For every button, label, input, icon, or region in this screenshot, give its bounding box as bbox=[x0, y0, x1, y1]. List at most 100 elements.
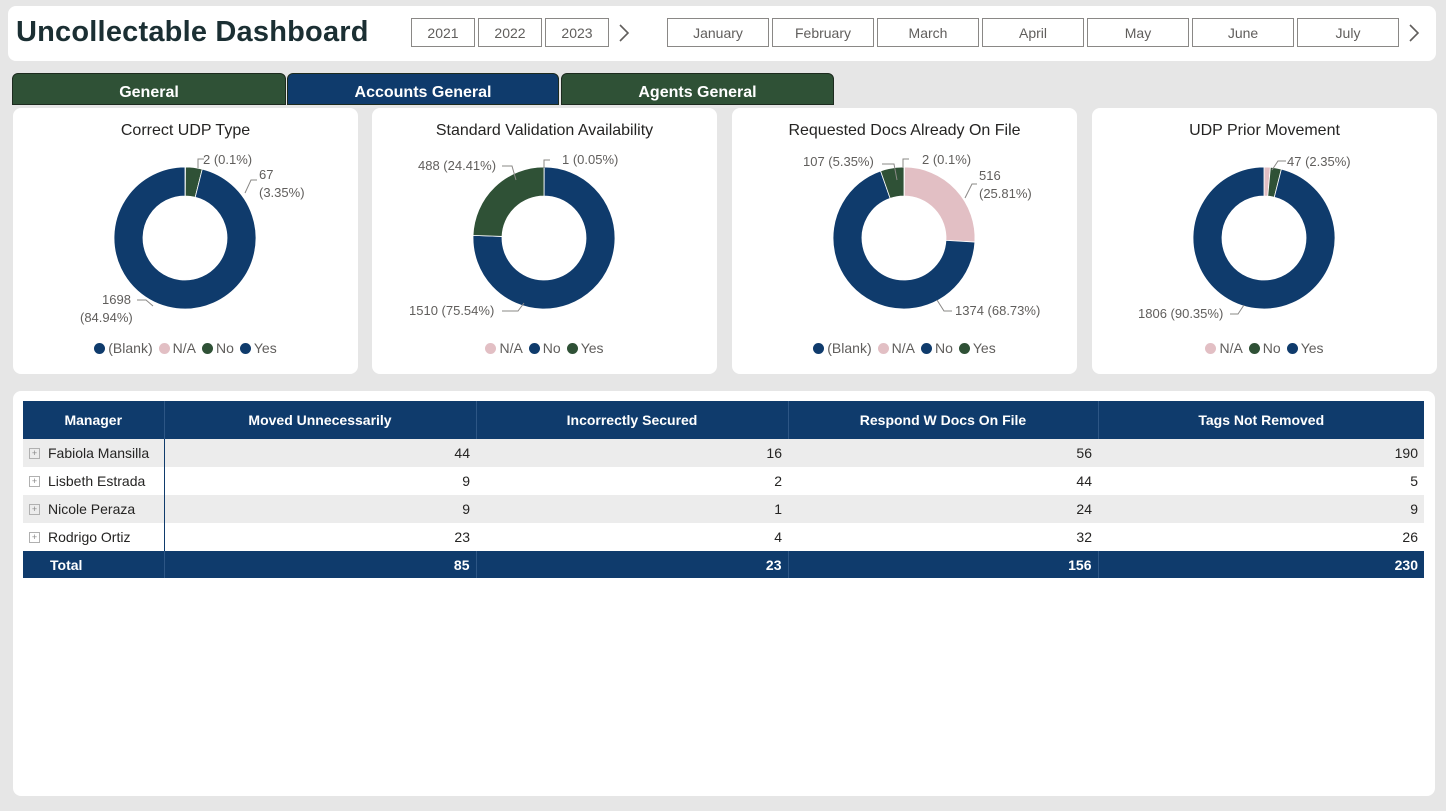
table-cell: 190 bbox=[1098, 439, 1424, 467]
chart-legend: (Blank) N/A No Yes bbox=[732, 340, 1077, 356]
table-cell: 4 bbox=[774, 529, 782, 545]
table-row: + Lisbeth Estrada 9 2 44 5 bbox=[23, 467, 1424, 495]
manager-matrix-table: Manager Moved Unnecessarily Incorrectly … bbox=[23, 401, 1424, 578]
month-button-january[interactable]: January bbox=[667, 18, 769, 47]
legend-item-na[interactable]: N/A bbox=[877, 340, 915, 356]
month-button-march[interactable]: March bbox=[877, 18, 979, 47]
legend-item-blank[interactable]: (Blank) bbox=[94, 340, 153, 356]
chart-legend: N/A No Yes bbox=[1092, 340, 1437, 356]
month-next-chevron-icon[interactable] bbox=[1405, 18, 1425, 48]
donut-slice-na[interactable] bbox=[903, 166, 976, 243]
donut-chart: 2 (0.1%) 67 (3.35%) 1698 (84.94%) bbox=[80, 152, 305, 325]
expand-plus-icon[interactable]: + bbox=[29, 476, 40, 487]
expand-plus-icon[interactable]: + bbox=[29, 504, 40, 515]
legend-item-yes[interactable]: Yes bbox=[239, 340, 277, 356]
column-header-moved-unnecessarily[interactable]: Moved Unnecessarily bbox=[164, 401, 477, 439]
column-header-manager[interactable]: Manager bbox=[23, 401, 165, 439]
legend-item-no[interactable]: No bbox=[201, 340, 234, 356]
data-label-no-pct: (3.35%) bbox=[259, 185, 305, 200]
year-button-2023[interactable]: 2023 bbox=[545, 18, 609, 47]
data-label-na: 1 (0.05%) bbox=[562, 152, 618, 167]
table-cell: 44 bbox=[164, 439, 476, 467]
table-cell: 24 bbox=[788, 495, 1098, 523]
data-label-no: 1374 (68.73%) bbox=[955, 303, 1040, 318]
data-label-yes: 107 (5.35%) bbox=[803, 154, 874, 169]
donut-chart: 2 (0.1%) 107 (5.35%) 516 (25.81%) 1374 (… bbox=[803, 152, 1040, 318]
data-label-no: 47 (2.35%) bbox=[1287, 154, 1351, 169]
donut-slice-yes[interactable] bbox=[1192, 166, 1336, 310]
header-bar: Uncollectable Dashboard 2021 2022 2023 J… bbox=[8, 6, 1436, 61]
legend-item-na[interactable]: N/A bbox=[158, 340, 196, 356]
chart-legend: N/A No Yes bbox=[372, 340, 717, 356]
data-label-yes-count: 1698 bbox=[102, 292, 131, 307]
data-label-yes: 488 (24.41%) bbox=[418, 158, 496, 173]
table-header-row: Manager Moved Unnecessarily Incorrectly … bbox=[23, 401, 1424, 439]
legend-item-yes[interactable]: Yes bbox=[566, 340, 604, 356]
month-button-february[interactable]: February bbox=[772, 18, 874, 47]
legend-item-yes[interactable]: Yes bbox=[958, 340, 996, 356]
data-label-yes-pct: (84.94%) bbox=[80, 310, 133, 325]
donut-chart: 47 (2.35%) 1806 (90.35%) bbox=[1138, 154, 1351, 321]
dashboard-title: Uncollectable Dashboard bbox=[16, 16, 369, 48]
tab-general[interactable]: General bbox=[12, 73, 286, 105]
legend-item-no[interactable]: No bbox=[1248, 340, 1281, 356]
data-label-na: 2 (0.1%) bbox=[203, 152, 252, 167]
donut-card-correct-udp-type: Correct UDP Type 2 (0.1%) 67 (3.35%) 169… bbox=[13, 108, 358, 374]
legend-item-blank[interactable]: (Blank) bbox=[813, 340, 872, 356]
legend-item-yes[interactable]: Yes bbox=[1286, 340, 1324, 356]
year-button-2021[interactable]: 2021 bbox=[411, 18, 475, 47]
table-cell: 26 bbox=[1402, 529, 1418, 545]
total-cell: 85 bbox=[164, 551, 477, 578]
total-cell: 230 bbox=[1098, 551, 1424, 578]
table-cell: 2 bbox=[774, 473, 782, 489]
table-cell: 56 bbox=[788, 439, 1098, 467]
data-label-blank: 2 (0.1%) bbox=[922, 152, 971, 167]
column-header-respond-w-docs[interactable]: Respond W Docs On File bbox=[788, 401, 1099, 439]
column-header-tags-not-removed[interactable]: Tags Not Removed bbox=[1098, 401, 1424, 439]
donut-card-standard-validation: Standard Validation Availability 1 (0.05… bbox=[372, 108, 717, 374]
table-cell: 1 bbox=[476, 495, 788, 523]
total-cell: 23 bbox=[476, 551, 789, 578]
year-next-chevron-icon[interactable] bbox=[615, 18, 635, 48]
total-label: Total bbox=[23, 551, 165, 578]
table-cell: 9 bbox=[164, 495, 476, 523]
tab-accounts-general[interactable]: Accounts General bbox=[287, 73, 559, 105]
month-button-june[interactable]: June bbox=[1192, 18, 1294, 47]
table-cell: 16 bbox=[476, 439, 788, 467]
manager-name: Nicole Peraza bbox=[48, 501, 136, 517]
expand-plus-icon[interactable]: + bbox=[29, 448, 40, 459]
table-cell: 9 bbox=[462, 473, 470, 489]
table-total-row: Total 85 23 156 230 bbox=[23, 551, 1424, 578]
legend-item-no[interactable]: No bbox=[528, 340, 561, 356]
legend-item-na[interactable]: N/A bbox=[1205, 340, 1243, 356]
tab-agents-general[interactable]: Agents General bbox=[561, 73, 834, 105]
table-row: + Fabiola Mansilla 44 16 56 190 bbox=[23, 439, 1424, 467]
table-row: + Rodrigo Ortiz 23 4 32 26 bbox=[23, 523, 1424, 551]
data-label-na-pct: (25.81%) bbox=[979, 186, 1032, 201]
table-row: + Nicole Peraza 9 1 24 9 bbox=[23, 495, 1424, 523]
table-cell: 44 bbox=[1076, 473, 1092, 489]
legend-item-no[interactable]: No bbox=[920, 340, 953, 356]
data-label-yes: 1806 (90.35%) bbox=[1138, 306, 1223, 321]
data-label-no: 1510 (75.54%) bbox=[409, 303, 494, 318]
expand-plus-icon[interactable]: + bbox=[29, 532, 40, 543]
donut-chart: 1 (0.05%) 488 (24.41%) 1510 (75.54%) bbox=[409, 152, 618, 318]
month-button-april[interactable]: April bbox=[982, 18, 1084, 47]
table-cell: 9 bbox=[1098, 495, 1424, 523]
table-cell: 32 bbox=[1076, 529, 1092, 545]
column-header-incorrectly-secured[interactable]: Incorrectly Secured bbox=[476, 401, 789, 439]
table-cell: 5 bbox=[1410, 473, 1418, 489]
manager-name: Rodrigo Ortiz bbox=[48, 529, 131, 545]
year-button-2022[interactable]: 2022 bbox=[478, 18, 542, 47]
legend-item-na[interactable]: N/A bbox=[485, 340, 523, 356]
month-button-may[interactable]: May bbox=[1087, 18, 1189, 47]
manager-matrix-panel: Manager Moved Unnecessarily Incorrectly … bbox=[13, 391, 1435, 796]
donut-card-requested-docs: Requested Docs Already On File 2 (0.1%) … bbox=[732, 108, 1077, 374]
donut-slice-yes[interactable] bbox=[472, 166, 545, 237]
manager-name: Fabiola Mansilla bbox=[48, 445, 150, 461]
data-label-no-count: 67 bbox=[259, 167, 273, 182]
month-button-july[interactable]: July bbox=[1297, 18, 1399, 47]
chart-legend: (Blank) N/A No Yes bbox=[13, 340, 358, 356]
donut-slice-yes[interactable] bbox=[113, 166, 257, 310]
data-label-na-count: 516 bbox=[979, 168, 1001, 183]
